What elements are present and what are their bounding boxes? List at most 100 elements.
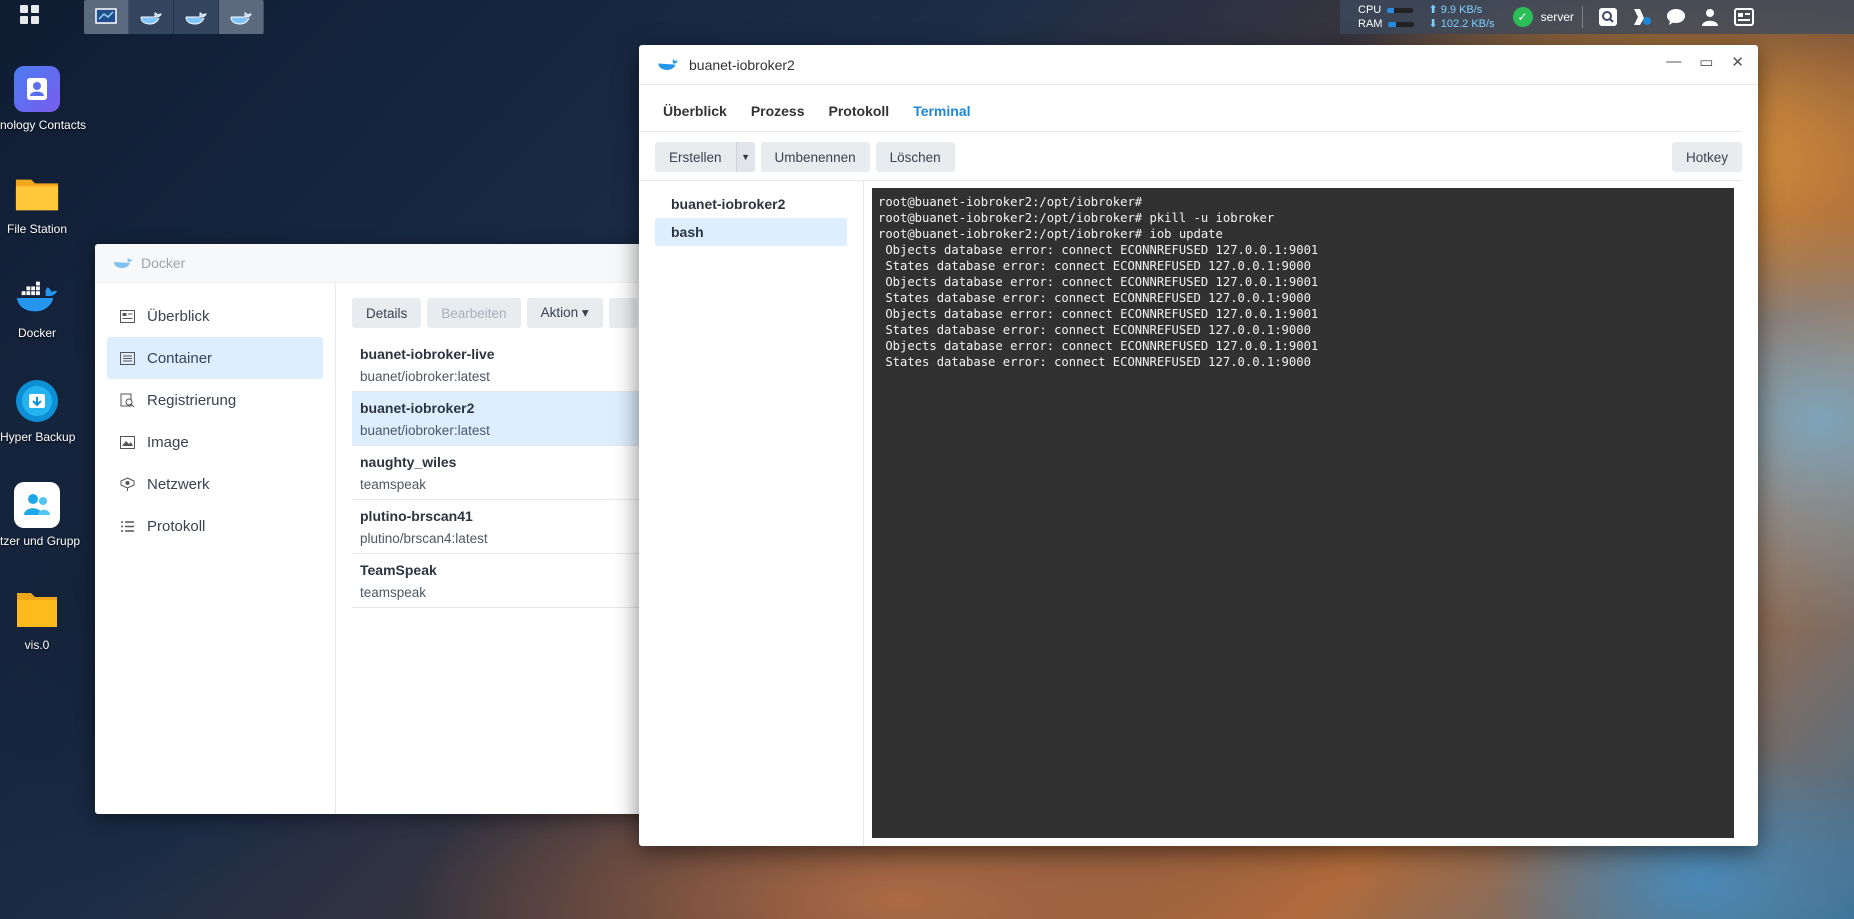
- upload-arrow-icon: ⬆: [1428, 4, 1438, 16]
- desktop-icon-label: vis.0: [24, 638, 50, 652]
- sidebar-item-registry[interactable]: Registrierung: [107, 379, 323, 421]
- details-button[interactable]: Details: [352, 298, 422, 328]
- desktop-icon-users[interactable]: tzer und Grupp: [0, 482, 81, 548]
- sidebar-item-label: Protokoll: [147, 517, 206, 535]
- desktop-icon-vis0[interactable]: vis.0: [0, 586, 74, 652]
- window-controls: — ▭ ✕: [1666, 53, 1744, 71]
- terminal-toolbar: Erstellen ▼ Umbenennen Löschen Hotkey: [639, 132, 1742, 181]
- widgets-icon[interactable]: [1727, 0, 1761, 34]
- terminal-line: root@buanet-iobroker2:/opt/iobroker# iob…: [878, 227, 1223, 241]
- create-button[interactable]: Erstellen: [655, 142, 736, 172]
- user-icon[interactable]: [1693, 0, 1727, 34]
- app-search-icon[interactable]: [1625, 0, 1659, 34]
- docker-window: Docker Überblick Container Registrierung…: [95, 244, 695, 814]
- search-icon[interactable]: [1591, 0, 1625, 34]
- sidebar-item-log[interactable]: Protokoll: [107, 505, 323, 547]
- close-icon[interactable]: ✕: [1731, 53, 1744, 71]
- taskbar-docker-icon[interactable]: [129, 0, 174, 34]
- action-button[interactable]: Aktion ▾: [526, 298, 603, 328]
- tab-terminal[interactable]: Terminal: [913, 97, 970, 119]
- network-speed: ⬆ 9.9 KB/s ⬇ 102.2 KB/s: [1428, 3, 1494, 31]
- sidebar-item-label: Überblick: [147, 307, 210, 325]
- tab-overview[interactable]: Überblick: [663, 97, 727, 119]
- desktop-icon-label: tzer und Grupp: [0, 534, 81, 548]
- edit-button[interactable]: Bearbeiten: [427, 298, 521, 328]
- docker-icon: [113, 255, 133, 272]
- docker-title-bar[interactable]: Docker: [95, 244, 695, 283]
- sidebar-item-image[interactable]: Image: [107, 421, 323, 463]
- ram-bar: [1388, 21, 1415, 27]
- chat-icon[interactable]: [1659, 0, 1693, 34]
- maximize-icon[interactable]: ▭: [1699, 53, 1713, 71]
- overview-icon: [119, 308, 135, 324]
- desktop-icon-hyper-backup[interactable]: Hyper Backup: [0, 378, 76, 444]
- desktop-icon-label: File Station: [6, 222, 68, 236]
- window-title: buanet-iobroker2: [689, 56, 795, 73]
- hotkey-button[interactable]: Hotkey: [1671, 142, 1742, 172]
- log-icon: [119, 518, 135, 534]
- registry-icon: [119, 392, 135, 408]
- session-list: buanet-iobroker2 bash: [639, 180, 864, 846]
- sidebar-item-label: Netzwerk: [147, 475, 210, 493]
- tab-process[interactable]: Prozess: [751, 97, 805, 119]
- desktop-icon-contacts[interactable]: nology Contacts: [0, 66, 87, 132]
- session-item[interactable]: bash: [655, 218, 847, 246]
- container-window: buanet-iobroker2 — ▭ ✕ Überblick Prozess…: [639, 45, 1758, 846]
- server-name: server: [1540, 10, 1574, 24]
- toolbar-button[interactable]: [608, 298, 637, 328]
- terminal-line: States database error: connect ECONNREFU…: [878, 323, 1311, 337]
- download-arrow-icon: ⬇: [1428, 18, 1438, 30]
- tab-log[interactable]: Protokoll: [829, 97, 890, 119]
- terminal-line: Objects database error: connect ECONNREF…: [878, 339, 1319, 353]
- docker-sidebar: Überblick Container Registrierung Image …: [95, 283, 336, 814]
- docker-icon: [14, 274, 60, 320]
- main-menu-icon[interactable]: [20, 5, 42, 27]
- folder-icon: [14, 170, 60, 216]
- terminal-line: Objects database error: connect ECONNREF…: [878, 307, 1319, 321]
- sidebar-item-label: Image: [147, 433, 189, 451]
- image-icon: [119, 434, 135, 450]
- terminal-line: States database error: connect ECONNREFU…: [878, 291, 1311, 305]
- taskbar: CPU RAM ⬆ 9.9 KB/s ⬇ 102.2 KB/s ✓ server: [0, 0, 1854, 34]
- rename-button[interactable]: Umbenennen: [760, 142, 870, 172]
- docker-icon: [657, 56, 679, 74]
- desktop-icon-label: Hyper Backup: [0, 430, 76, 444]
- chevron-down-icon[interactable]: ▼: [735, 142, 755, 172]
- resource-monitor[interactable]: CPU RAM: [1358, 3, 1415, 31]
- server-status[interactable]: ✓ server: [1512, 7, 1574, 27]
- terminal-line: Objects database error: connect ECONNREF…: [878, 275, 1319, 289]
- desktop-icon-docker[interactable]: Docker: [0, 274, 74, 340]
- system-tray: CPU RAM ⬆ 9.9 KB/s ⬇ 102.2 KB/s ✓ server: [1340, 0, 1854, 34]
- cpu-bar: [1387, 7, 1414, 13]
- folder-icon: [14, 586, 60, 632]
- sidebar-item-network[interactable]: Netzwerk: [107, 463, 323, 505]
- container-title-bar[interactable]: buanet-iobroker2: [639, 45, 1758, 85]
- minimize-icon[interactable]: —: [1666, 53, 1681, 71]
- delete-button[interactable]: Löschen: [875, 142, 955, 172]
- terminal-line: States database error: connect ECONNREFU…: [878, 355, 1311, 369]
- contacts-icon: [14, 66, 60, 112]
- terminal-line: root@buanet-iobroker2:/opt/iobroker#: [878, 195, 1143, 209]
- ram-label: RAM: [1358, 18, 1383, 30]
- network-icon: [119, 476, 135, 492]
- desktop-icon-label: nology Contacts: [0, 118, 87, 132]
- terminal-line: Objects database error: connect ECONNREF…: [878, 243, 1319, 257]
- taskbar-docker-icon[interactable]: [174, 0, 219, 34]
- terminal-line: root@buanet-iobroker2:/opt/iobroker# pki…: [878, 211, 1275, 225]
- taskbar-docker-icon[interactable]: [219, 0, 264, 34]
- terminal-line: States database error: connect ECONNREFU…: [878, 259, 1311, 273]
- status-ok-icon: ✓: [1512, 7, 1533, 27]
- terminal-output[interactable]: root@buanet-iobroker2:/opt/iobroker# root…: [872, 188, 1734, 838]
- session-item[interactable]: buanet-iobroker2: [655, 190, 847, 218]
- taskbar-app-control-icon[interactable]: [84, 0, 129, 34]
- download-speed: 102.2 KB/s: [1440, 18, 1495, 30]
- upload-speed: 9.9 KB/s: [1440, 4, 1483, 16]
- tab-bar: Überblick Prozess Protokoll Terminal: [639, 85, 1742, 132]
- cpu-label: CPU: [1358, 4, 1382, 16]
- desktop-icon-file-station[interactable]: File Station: [0, 170, 74, 236]
- backup-icon: [14, 378, 60, 424]
- desktop-icon-label: Docker: [17, 326, 56, 340]
- taskbar-apps: [84, 0, 264, 34]
- sidebar-item-container[interactable]: Container: [107, 337, 323, 379]
- sidebar-item-overview[interactable]: Überblick: [107, 295, 323, 337]
